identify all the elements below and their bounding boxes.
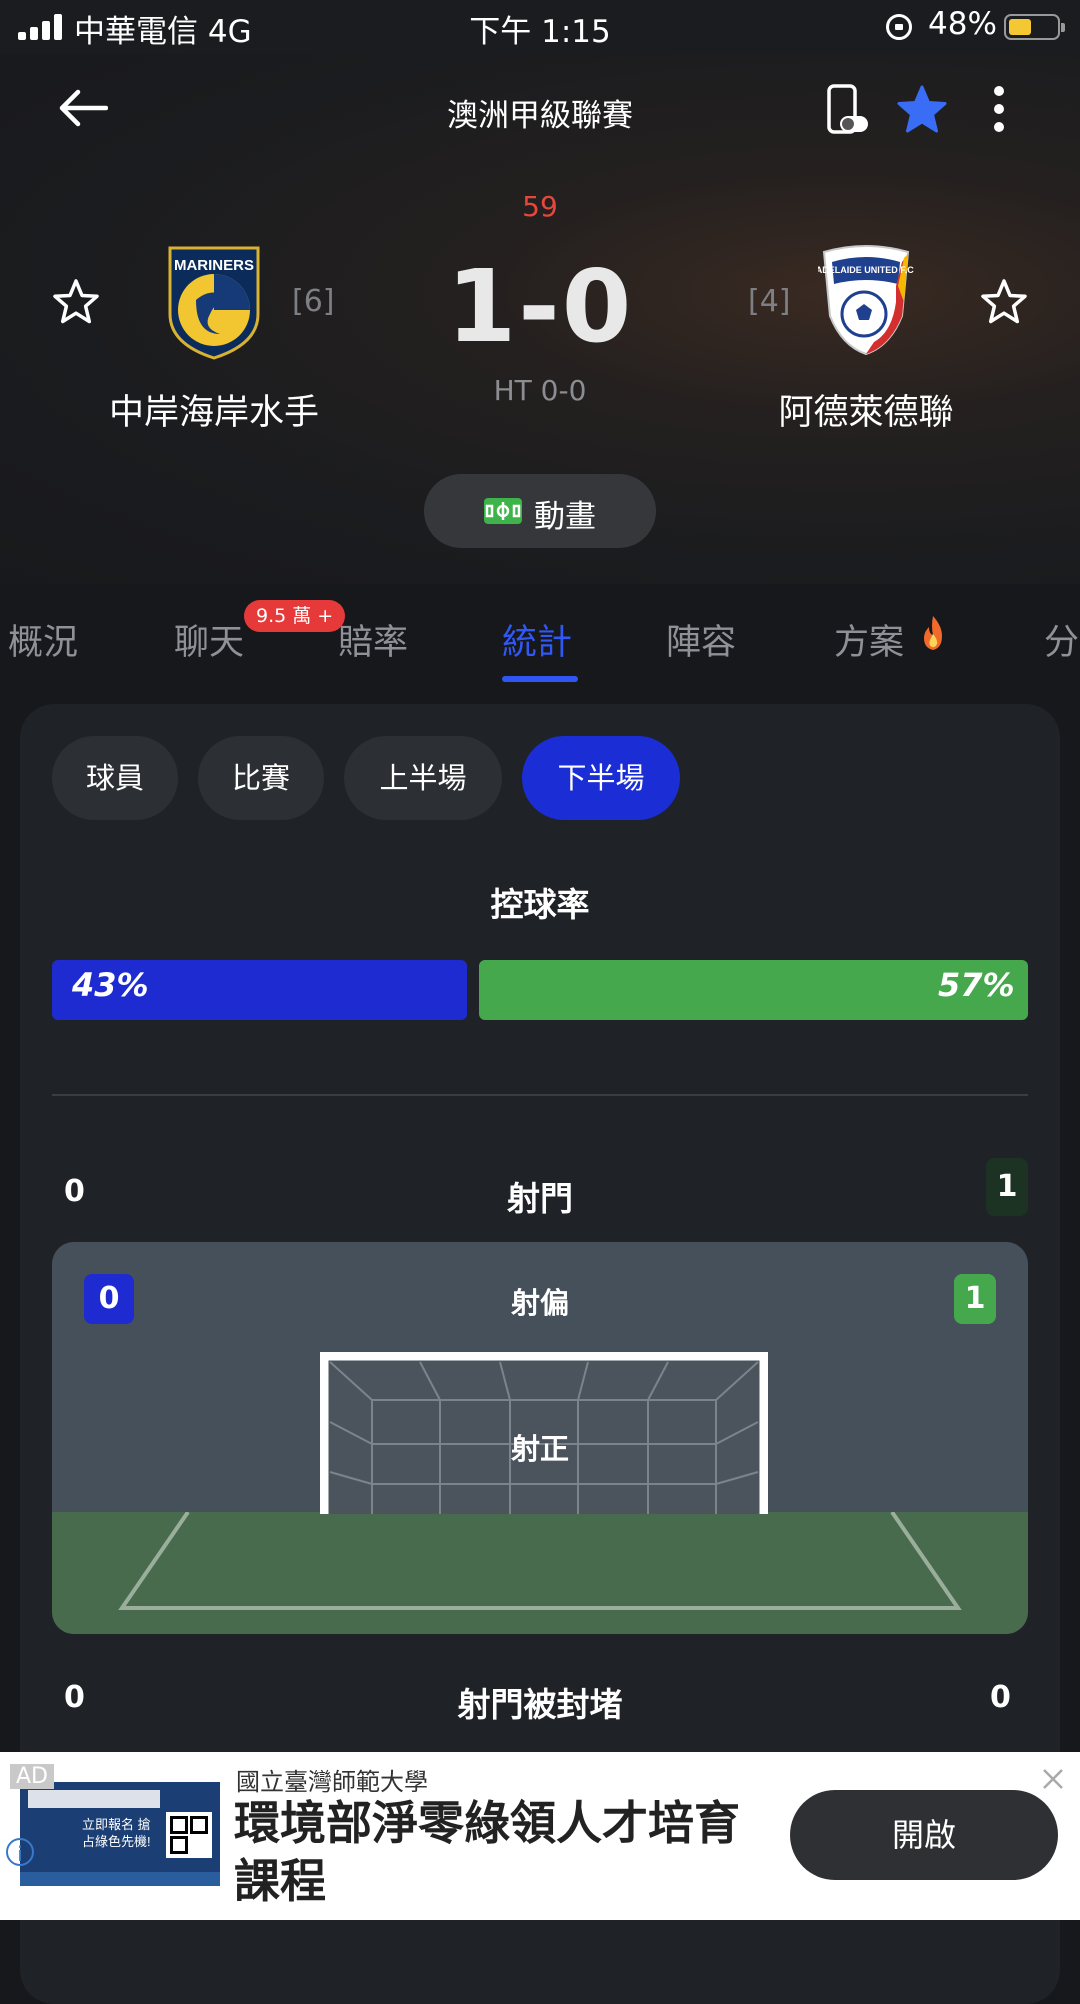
phone-toggle-icon[interactable] [826,84,870,136]
penalty-area-lines [118,1512,962,1610]
shot-map-panel: 0 射偏 1 射正 [52,1242,1028,1634]
off-target-away-value: 1 [954,1274,996,1324]
away-crest-text: ADELAIDE UNITED F.C. [818,265,914,275]
tab-plans[interactable]: 方案 [834,614,904,665]
off-target-title: 射偏 [510,1286,569,1320]
blocked-away-value: 0 [990,1680,1011,1715]
tab-overview[interactable]: 概況 [8,614,78,665]
shots-away-value: 1 [986,1158,1028,1216]
pitch-icon [484,498,522,524]
ad-banner[interactable]: 立即報名 搶占綠色先機! AD i 國立臺灣師範大學 環境部淨零綠領人才培育課程… [0,1752,1080,1920]
on-target-title: 射正 [510,1432,569,1466]
possession-home-value: 43% [72,966,149,1004]
tab-lineup[interactable]: 陣容 [666,614,736,665]
match-score: 1-0 [446,248,634,365]
rotation-lock-icon [886,14,912,40]
more-menu-icon[interactable] [990,84,1010,136]
battery-percent: 48% [928,6,997,42]
info-icon[interactable]: i [6,1838,34,1866]
divider [52,1094,1028,1096]
ad-open-button[interactable]: 開啟 [790,1790,1058,1880]
pill-second-half[interactable]: 下半場 [522,736,680,820]
tab-analysis[interactable]: 分 [1044,614,1079,665]
match-tabs: 概況 聊天 9.5 萬 + 賠率 統計 陣容 方案 分 [0,584,1080,684]
blocked-title: 射門被封堵 [457,1685,623,1724]
away-team-crest[interactable]: ADELAIDE UNITED F.C. [818,242,914,358]
home-rank: [6] [292,284,335,319]
away-follow-star-icon[interactable] [980,278,1028,326]
home-team-name[interactable]: 中岸海岸水手 [34,384,394,435]
tab-odds[interactable]: 賠率 [338,614,408,665]
active-tab-indicator [502,676,578,682]
animation-label: 動畫 [534,499,596,535]
match-minute: 59 [522,190,558,223]
tab-chat[interactable]: 聊天 [174,614,244,665]
home-team-crest[interactable]: MARINERS [166,244,262,360]
ad-image-text: 立即報名 搶占綠色先機! [82,1817,151,1849]
status-bar: 中華電信 4G 下午 1:15 48% [0,0,1080,54]
close-icon[interactable] [1040,1766,1066,1792]
ad-tag: AD [10,1764,54,1789]
favorite-star-icon[interactable] [896,84,948,136]
ad-image[interactable]: 立即報名 搶占綠色先機! [20,1782,220,1886]
possession-away-value: 57% [938,966,1015,1004]
home-crest-text: MARINERS [174,257,254,274]
ad-sponsor: 國立臺灣師範大學 [236,1768,428,1796]
chat-count-badge: 9.5 萬 + [244,600,346,632]
pill-players[interactable]: 球員 [52,736,178,820]
tab-stats[interactable]: 統計 [502,614,572,665]
clock: 下午 1:15 [469,14,611,50]
pill-first-half[interactable]: 上半場 [344,736,502,820]
fire-icon [924,616,942,650]
qr-code-icon [166,1812,212,1858]
animation-button[interactable]: 動畫 [424,474,656,548]
pill-match[interactable]: 比賽 [198,736,324,820]
home-follow-star-icon[interactable] [52,278,100,326]
battery-icon [1004,14,1065,40]
possession-title: 控球率 [490,885,590,924]
shots-title: 射門 [507,1179,573,1218]
match-header: 澳洲甲級聯賽 59 1-0 HT 0-0 MARINERS [6] 中岸海岸水手… [0,54,1080,584]
away-team-name[interactable]: 阿德萊德聯 [686,384,1046,435]
ad-headline[interactable]: 環境部淨零綠領人才培育課程 [234,1794,754,1910]
away-rank: [4] [748,284,791,319]
